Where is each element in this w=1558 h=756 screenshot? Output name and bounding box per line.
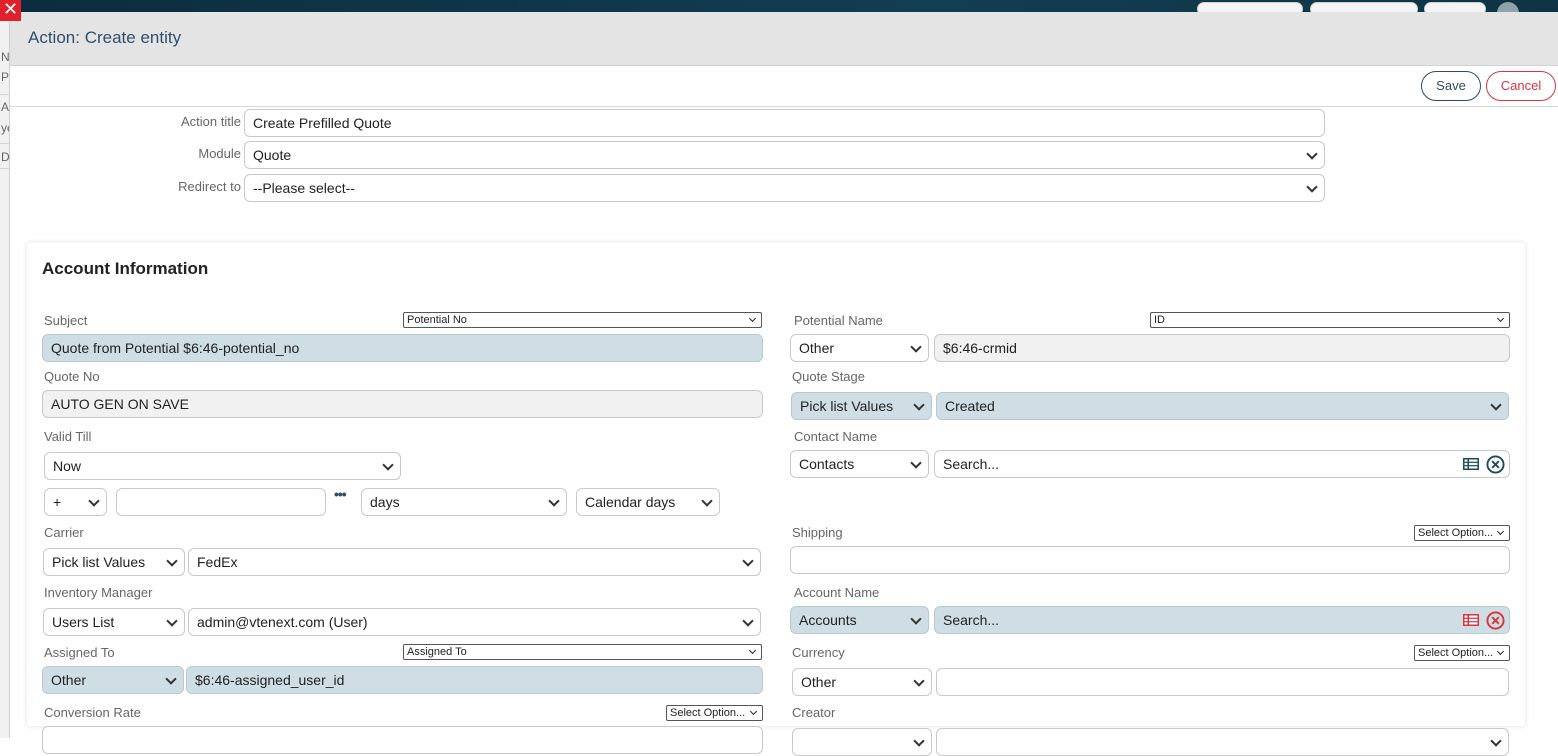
currency-label: Currency [792,645,845,660]
valid-till-calendar-select[interactable]: Calendar days [576,488,720,516]
section-title: Account Information [42,259,209,278]
valid-till-sign-select[interactable]: + [44,488,107,516]
carrier-value-select[interactable]: FedEx [188,548,761,576]
creator-label: Creator [792,705,836,720]
potential-name-label: Potential Name [794,313,883,328]
valid-till-select[interactable]: Now [44,452,401,480]
clear-icon[interactable] [1486,455,1505,474]
cancel-button[interactable]: Cancel [1486,71,1556,101]
subject-input[interactable]: Quote from Potential $6:46-potential_no [42,334,763,362]
contact-name-label: Contact Name [794,429,878,444]
inventory-manager-label: Inventory Manager [44,585,153,600]
account-type-select[interactable]: Accounts [790,606,929,634]
action-title-input[interactable]: Create Prefilled Quote [244,109,1325,137]
potential-name-input[interactable]: $6:46-crmid [934,334,1510,362]
background-sidebar: N Pr Ac ye D [0,12,10,738]
potential-name-type-select[interactable]: Other [790,334,929,362]
quote-no-label: Quote No [44,369,100,384]
module-select[interactable]: Quote [244,141,1325,169]
save-button[interactable]: Save [1421,71,1481,101]
list-icon[interactable] [1463,614,1479,626]
subject-mapping-select[interactable]: Potential No [403,312,762,328]
currency-mapping-select[interactable]: Select Option... [1414,645,1510,661]
assigned-to-input[interactable]: $6:46-assigned_user_id [186,666,763,694]
assigned-to-type-select[interactable]: Other [42,666,184,694]
subject-label: Subject [44,313,88,328]
conversion-rate-label: Conversion Rate [44,705,141,720]
inventory-manager-value-select[interactable]: admin@vtenext.com (User) [188,608,761,636]
contact-search-input[interactable]: Search... [934,450,1510,478]
carrier-label: Carrier [44,525,84,540]
contact-type-select[interactable]: Contacts [790,450,929,478]
redirect-label: Redirect to [178,179,241,194]
modal-toolbar: Save Cancel [10,66,1558,107]
redirect-select[interactable]: --Please select-- [244,174,1325,202]
creator-value-select[interactable] [936,728,1509,756]
potential-name-mapping-select[interactable]: ID [1150,312,1510,328]
more-options-icon[interactable]: ••• [334,486,347,502]
valid-till-amount-input[interactable] [116,488,326,516]
assigned-to-mapping-select[interactable]: Assigned To [403,644,762,660]
currency-type-select[interactable]: Other [792,668,932,696]
shipping-mapping-select[interactable]: Select Option... [1414,525,1510,541]
currency-input[interactable] [936,668,1509,696]
valid-till-unit-select[interactable]: days [361,488,567,516]
conversion-rate-input[interactable] [42,726,763,754]
account-information-section: Account Information Subject Potential No… [27,243,1525,756]
quote-stage-label: Quote Stage [792,369,865,384]
close-icon[interactable]: ✕ [0,0,21,21]
carrier-type-select[interactable]: Pick list Values [43,548,185,576]
list-icon[interactable] [1463,458,1479,470]
quote-no-input: AUTO GEN ON SAVE [42,390,763,418]
assigned-to-label: Assigned To [44,645,115,660]
shipping-label: Shipping [792,525,843,540]
conversion-rate-mapping-select[interactable]: Select Option... [666,705,763,721]
modal-title: Action: Create entity [10,12,1558,66]
shipping-input[interactable] [790,546,1510,574]
action-title-label: Action title [181,114,241,129]
valid-till-label: Valid Till [44,429,92,444]
account-search-input[interactable]: Search... [934,606,1510,634]
clear-icon[interactable] [1486,611,1505,630]
module-label: Module [198,146,241,161]
inventory-manager-type-select[interactable]: Users List [43,608,185,636]
quote-stage-value-select[interactable]: Created [936,392,1509,420]
quote-stage-type-select[interactable]: Pick list Values [791,392,932,420]
creator-type-select[interactable] [792,728,932,756]
account-name-label: Account Name [794,585,880,600]
